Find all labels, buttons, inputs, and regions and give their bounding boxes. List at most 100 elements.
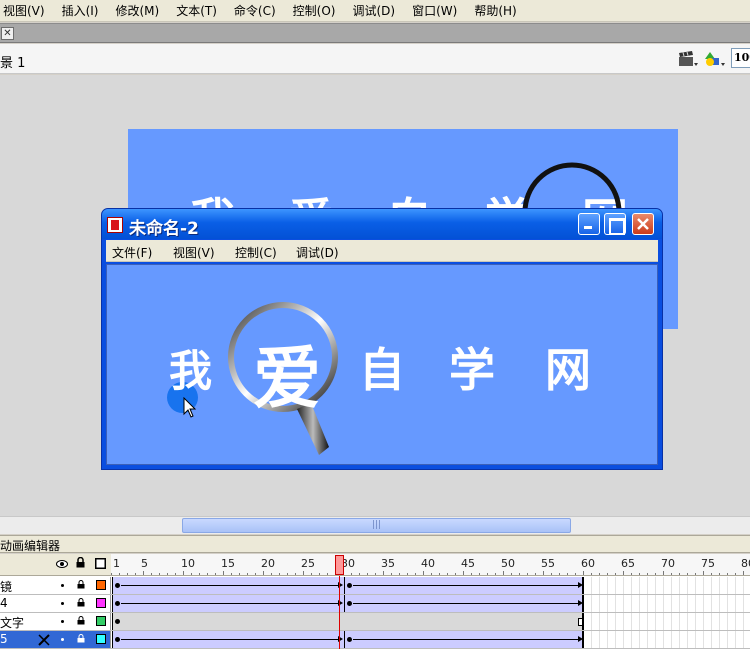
playhead-line <box>339 576 340 649</box>
clapperboard-icon[interactable] <box>678 50 698 68</box>
ruler-tick <box>511 573 512 575</box>
visibility-dot[interactable] <box>61 584 64 587</box>
ruler-tick <box>567 573 568 575</box>
ruler-tick <box>263 571 264 575</box>
movie-char-zi: 自 <box>359 343 405 397</box>
keyframe[interactable] <box>347 583 352 588</box>
layer-header <box>0 554 111 576</box>
ruler-tick <box>399 573 400 575</box>
ruler-tick <box>223 571 224 575</box>
movie-char-wo: 我 <box>169 347 212 397</box>
frame-strip[interactable] <box>112 577 750 594</box>
ruler-tick <box>199 573 200 575</box>
tween-arrow <box>353 600 583 606</box>
layer-info[interactable]: 镜 <box>0 577 111 594</box>
timeline-panel-header[interactable]: 动画编辑器 <box>0 535 750 553</box>
layer-outline-color[interactable] <box>96 634 106 644</box>
lock-icon[interactable] <box>77 598 85 607</box>
lock-icon[interactable] <box>77 616 85 625</box>
ruler-tick <box>207 573 208 575</box>
playhead[interactable] <box>335 555 344 575</box>
ruler-tick <box>447 573 448 575</box>
player-titlebar[interactable]: 未命名-2 <box>102 209 662 239</box>
layer-outline-color[interactable] <box>96 598 106 608</box>
motion-tween[interactable] <box>344 595 584 612</box>
timeline-panel-title: 动画编辑器 <box>0 539 61 553</box>
keyframe[interactable] <box>115 637 120 642</box>
keyframe[interactable] <box>347 637 352 642</box>
close-document-icon[interactable]: ✕ <box>1 27 14 40</box>
static-frames[interactable] <box>112 613 584 630</box>
menu-control[interactable]: 控制(O) <box>293 2 336 19</box>
motion-tween[interactable] <box>344 577 584 594</box>
player-menu-file[interactable]: 文件(F) <box>112 244 152 261</box>
ruler-tick <box>127 573 128 575</box>
frame-end-marker <box>582 577 584 594</box>
tween-arrow <box>353 582 583 588</box>
minimize-button[interactable] <box>578 213 600 235</box>
lock-icon[interactable] <box>77 634 85 643</box>
movie-canvas[interactable]: 我 爱 自 学 网 <box>106 264 658 465</box>
ruler-tick <box>655 573 656 575</box>
ruler-label-20: 20 <box>261 557 275 570</box>
zoom-field[interactable]: 100% <box>731 48 750 68</box>
motion-tween[interactable] <box>112 595 344 612</box>
menu-insert[interactable]: 插入(I) <box>62 2 99 19</box>
ruler-tick <box>719 573 720 575</box>
outline-icon[interactable] <box>95 558 106 569</box>
frame-strip[interactable] <box>112 631 750 648</box>
keyframe[interactable] <box>347 601 352 606</box>
motion-tween[interactable] <box>344 631 584 648</box>
menu-view[interactable]: 视图(V) <box>3 2 45 19</box>
tween-arrow <box>121 636 343 642</box>
layer-info[interactable]: 文字 <box>0 613 111 630</box>
menu-help[interactable]: 帮助(H) <box>474 2 516 19</box>
layer-info[interactable]: 4 <box>0 595 111 612</box>
motion-tween[interactable] <box>112 577 344 594</box>
player-menu-bar: 文件(F) 视图(V) 控制(C) 调试(D) <box>106 240 658 262</box>
menu-commands[interactable]: 命令(C) <box>234 2 276 19</box>
layer-row[interactable]: 5 <box>0 631 750 649</box>
layer-row[interactable]: 文字 <box>0 613 750 631</box>
movie-char-wang: 网 <box>545 343 591 397</box>
menu-modify[interactable]: 修改(M) <box>115 2 159 19</box>
menu-window[interactable]: 窗口(W) <box>412 2 457 19</box>
keyframe[interactable] <box>115 601 120 606</box>
ruler-label-10: 10 <box>181 557 195 570</box>
visibility-dot[interactable] <box>61 602 64 605</box>
maximize-button[interactable] <box>604 213 626 235</box>
motion-tween[interactable] <box>112 631 344 648</box>
menu-text[interactable]: 文本(T) <box>176 2 217 19</box>
layer-row[interactable]: 镜 <box>0 577 750 595</box>
scrollbar-thumb[interactable]: ||| <box>182 518 571 533</box>
layer-outline-color[interactable] <box>96 580 106 590</box>
ruler-tick <box>111 573 112 575</box>
visibility-dot[interactable] <box>61 638 64 641</box>
keyframe[interactable] <box>115 583 120 588</box>
lock-icon[interactable] <box>77 580 85 589</box>
frame-strip[interactable] <box>112 595 750 612</box>
keyframe[interactable] <box>115 619 120 624</box>
menu-debug[interactable]: 调试(D) <box>352 2 395 19</box>
ruler-tick <box>255 573 256 575</box>
player-menu-view[interactable]: 视图(V) <box>173 244 215 261</box>
close-button[interactable] <box>632 213 654 235</box>
player-menu-control[interactable]: 控制(C) <box>235 244 277 261</box>
layer-outline-color[interactable] <box>96 616 106 626</box>
eye-icon[interactable] <box>56 559 68 569</box>
ruler-tick <box>503 571 504 575</box>
ruler-tick <box>375 573 376 575</box>
ruler-tick <box>135 573 136 575</box>
frame-strip[interactable] <box>112 613 750 630</box>
player-menu-debug[interactable]: 调试(D) <box>296 244 339 261</box>
edit-symbols-icon[interactable] <box>704 50 726 68</box>
horizontal-scrollbar[interactable]: ||| <box>0 516 750 534</box>
visibility-dot[interactable] <box>61 620 64 623</box>
layer-row[interactable]: 4 <box>0 595 750 613</box>
lock-icon[interactable] <box>76 557 85 568</box>
ruler-tick <box>239 573 240 575</box>
layer-name: 文字 <box>0 616 25 630</box>
layer-info[interactable]: 5 <box>0 631 111 648</box>
ruler-tick <box>559 573 560 575</box>
frame-ruler[interactable]: 15101520253035404550556065707580 <box>111 554 750 576</box>
